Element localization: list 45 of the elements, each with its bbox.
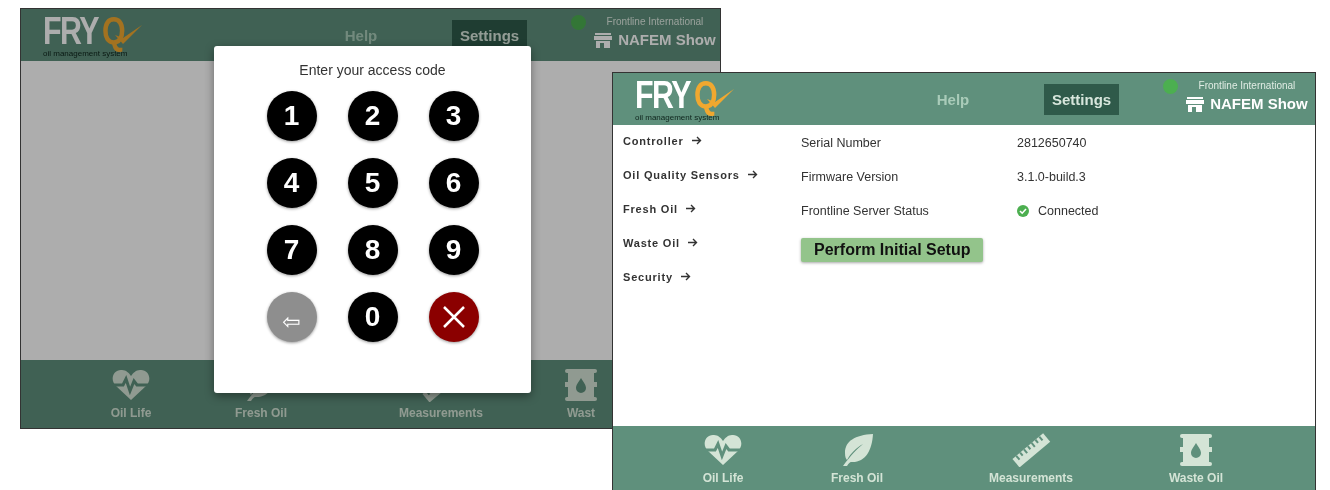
keypad-key[interactable]: 5 [347,158,398,208]
keypad-key[interactable]: 3 [428,91,479,141]
arrow-icon [679,271,691,282]
keypad-key[interactable]: 4 [266,158,317,208]
info-value: 3.1.0-build.3 [1017,170,1086,184]
info-value: 2812650740 [1017,136,1087,150]
nav-tab[interactable]: Settings [1044,83,1120,115]
cancel-key[interactable] [428,292,479,342]
keypad-key[interactable]: 7 [266,225,317,275]
arrow-icon [686,237,698,248]
keypad-key[interactable]: 0 [347,292,398,342]
info-label: Serial Number [801,136,882,150]
organization-name: Frontline International [1198,79,1296,93]
keypad-key[interactable]: 9 [428,225,479,275]
heart-pulse-icon [703,433,743,467]
store-name: NAFEM Show [1210,95,1308,112]
keypad-key[interactable]: 1 [266,91,317,141]
organization-name: Frontline International [606,15,704,29]
barrel-drop-icon [1179,433,1213,467]
store-icon [594,31,613,48]
keypad-key[interactable]: 2 [347,91,398,141]
info-label: Frontline Server Status [801,204,930,218]
arrow-icon [690,135,702,146]
keypad-key[interactable]: 6 [428,158,479,208]
info-label: Firmware Version [801,170,900,184]
settings-menu-item[interactable]: Waste Oil [623,237,801,271]
logo-wordmark: FRY [635,76,690,113]
status-dot-icon [1163,79,1179,94]
settings-menu-item[interactable]: Security [623,271,801,305]
store-icon [1186,95,1205,112]
dialog-title: Enter your access code [299,62,446,78]
close-icon [441,305,466,329]
status-dot-icon [571,15,587,30]
settings-menu-item[interactable]: Oil Quality Sensors [623,169,801,203]
logo-wordmark: FRY [43,12,98,49]
barrel-drop-icon [564,368,598,402]
info-value: Connected [1038,204,1099,218]
settings-menu-item[interactable]: Fresh Oil [623,203,801,237]
keypad-key[interactable]: 8 [347,225,398,275]
settings-menu-item[interactable]: Controller [623,135,801,169]
perform-setup-button[interactable]: Perform Initial Setup [801,238,984,262]
arrow-icon [746,169,758,180]
heart-pulse-icon [111,368,151,402]
store-name: NAFEM Show [618,31,716,48]
arrow-icon [684,203,696,214]
